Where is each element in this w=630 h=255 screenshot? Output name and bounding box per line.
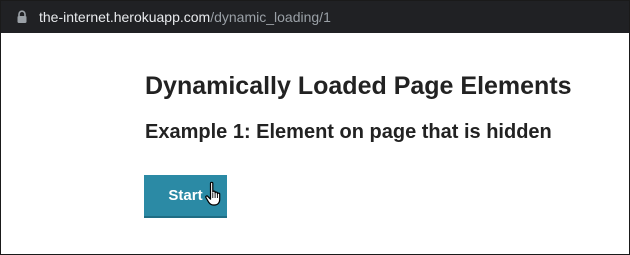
url-path: /dynamic_loading/1 <box>210 9 331 25</box>
page-title: Dynamically Loaded Page Elements <box>145 72 572 100</box>
browser-window: the-internet.herokuapp.com/dynamic_loadi… <box>0 0 630 255</box>
lock-icon <box>17 10 27 23</box>
page-subtitle: Example 1: Element on page that is hidde… <box>145 121 552 143</box>
start-button[interactable]: Start <box>144 175 227 218</box>
url-host: the-internet.herokuapp.com <box>39 9 211 25</box>
address-bar[interactable]: the-internet.herokuapp.com/dynamic_loadi… <box>1 1 629 33</box>
page-content: Dynamically Loaded Page Elements Example… <box>1 33 629 254</box>
url-text[interactable]: the-internet.herokuapp.com/dynamic_loadi… <box>39 9 331 25</box>
